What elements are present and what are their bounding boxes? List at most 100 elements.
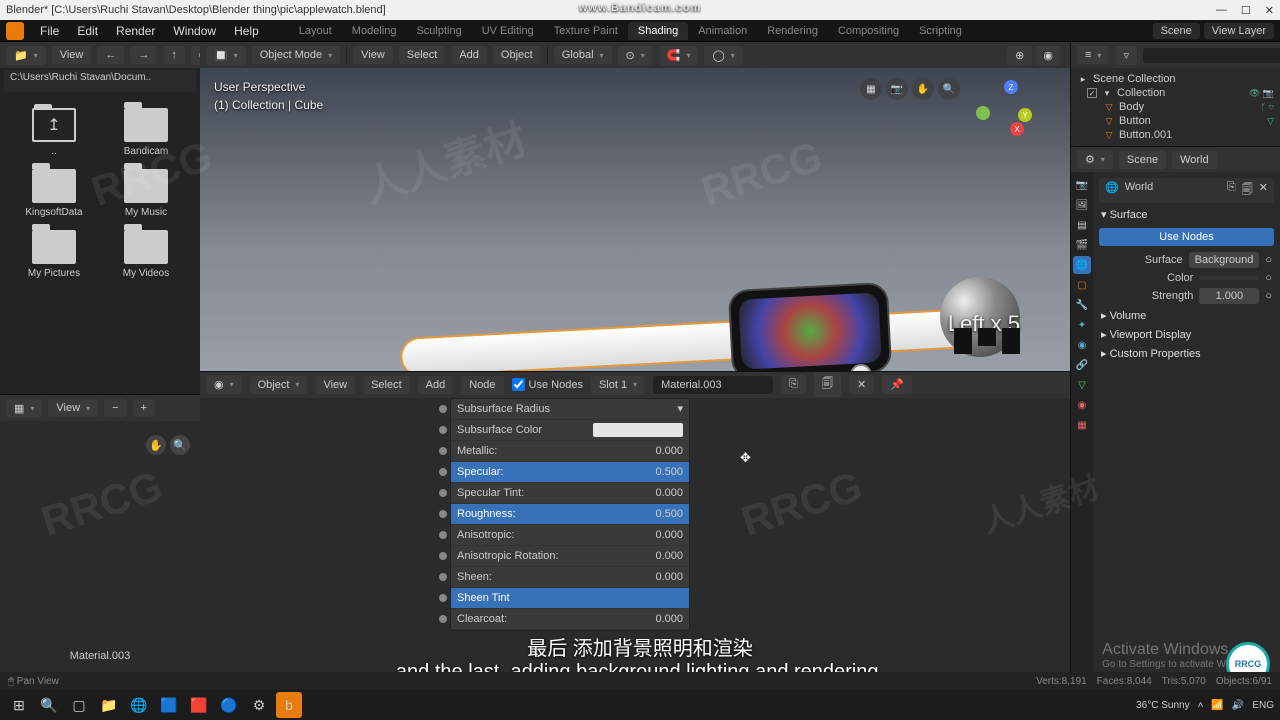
shader-param-row[interactable]: Sheen Tint bbox=[451, 588, 689, 609]
principled-bsdf-node[interactable]: Subsurface Radius▾Subsurface ColorMetall… bbox=[450, 398, 690, 631]
mode-selector[interactable]: Object Mode bbox=[252, 46, 340, 64]
world-copy-icon[interactable]: 🗐 bbox=[1242, 181, 1253, 200]
tab-shading[interactable]: Shading bbox=[628, 22, 688, 40]
maximize-button[interactable]: ☐ bbox=[1241, 4, 1251, 17]
menu-file[interactable]: File bbox=[32, 22, 67, 40]
shader-param-row[interactable]: Specular Tint:0.000 bbox=[451, 483, 689, 504]
tray-volume-icon[interactable]: 🔊 bbox=[1232, 700, 1244, 711]
use-nodes-check[interactable] bbox=[512, 378, 525, 391]
tab-world-icon[interactable]: 🌐 bbox=[1073, 256, 1091, 274]
strength-field[interactable]: 1.000 bbox=[1199, 288, 1259, 304]
fb-item-mymusic[interactable]: My Music bbox=[106, 169, 186, 218]
vh-view[interactable]: View bbox=[353, 46, 393, 64]
tray-lang-icon[interactable]: ENG bbox=[1252, 700, 1274, 711]
tray-chevron-icon[interactable]: ˄ bbox=[1198, 700, 1204, 711]
tab-sculpting[interactable]: Sculpting bbox=[406, 22, 471, 40]
fb-item-myvideos[interactable]: My Videos bbox=[106, 230, 186, 279]
taskview-icon[interactable]: ▢ bbox=[66, 692, 92, 718]
surface-type-field[interactable]: Background bbox=[1189, 252, 1260, 268]
nav-hand-icon[interactable]: ✋ bbox=[912, 78, 934, 100]
use-nodes-checkbox[interactable]: Use Nodes bbox=[512, 378, 583, 391]
zoom-icon[interactable]: 🔍 bbox=[170, 435, 190, 455]
snap-selector[interactable]: 🧲 bbox=[659, 46, 699, 65]
nav-zoom-icon[interactable]: 🔍 bbox=[938, 78, 960, 100]
outliner-item-button[interactable]: ▽ Button ▽ bbox=[1075, 114, 1276, 128]
tab-modeling[interactable]: Modeling bbox=[342, 22, 407, 40]
axis-gizmo[interactable]: Z Y X bbox=[970, 78, 1030, 138]
color-swatch[interactable] bbox=[1199, 276, 1259, 280]
node-shading-type[interactable]: Object bbox=[250, 376, 308, 394]
vh-select[interactable]: Select bbox=[399, 46, 446, 64]
world-datablock-selector[interactable]: 🌐 World ⎘ 🗐 ✕ bbox=[1099, 178, 1274, 203]
shader-param-row[interactable]: Anisotropic:0.000 bbox=[451, 525, 689, 546]
tab-object-icon[interactable]: ▢ bbox=[1073, 276, 1091, 294]
ne-add[interactable]: Add bbox=[418, 376, 454, 394]
outliner-item-button001[interactable]: ▽ Button.001 bbox=[1075, 128, 1276, 142]
props-scene[interactable]: Scene bbox=[1119, 151, 1166, 169]
editor-type-icon[interactable]: ▦ bbox=[6, 399, 42, 418]
chrome-icon[interactable]: 🔵 bbox=[216, 692, 242, 718]
outliner-type-icon[interactable]: ≡ bbox=[1077, 46, 1109, 64]
system-tray[interactable]: 36°C Sunny ˄ 📶 🔊 ENG bbox=[1136, 700, 1274, 711]
menu-window[interactable]: Window bbox=[165, 22, 224, 40]
tab-material-icon[interactable]: ◉ bbox=[1073, 396, 1091, 414]
fb-editor-type[interactable]: 📁 bbox=[6, 46, 46, 65]
use-nodes-button[interactable]: Use Nodes bbox=[1099, 228, 1274, 246]
item-tools[interactable]: ᚶ ▽ bbox=[1261, 102, 1274, 112]
material-new-icon[interactable]: ⎘ bbox=[781, 375, 806, 394]
tab-physics-icon[interactable]: ◉ bbox=[1073, 336, 1091, 354]
orientation-selector[interactable]: Global bbox=[554, 46, 612, 64]
world-new-icon[interactable]: ⎘ bbox=[1227, 181, 1236, 200]
proportional-selector[interactable]: ◯ bbox=[704, 46, 742, 65]
param-value[interactable]: 0.000 bbox=[655, 571, 683, 583]
tray-wifi-icon[interactable]: 📶 bbox=[1211, 700, 1223, 711]
fb-item-mypictures[interactable]: My Pictures bbox=[14, 230, 94, 279]
shader-param-row[interactable]: Subsurface Radius▾ bbox=[451, 399, 689, 420]
menu-help[interactable]: Help bbox=[226, 22, 267, 40]
ne-select[interactable]: Select bbox=[363, 376, 410, 394]
start-button[interactable]: ⊞ bbox=[6, 692, 32, 718]
fb-item-kingsoft[interactable]: KingsoftData bbox=[14, 169, 94, 218]
param-value[interactable]: 0.500 bbox=[655, 466, 683, 478]
outliner-scene-collection[interactable]: ▸ Scene Collection bbox=[1075, 72, 1276, 86]
material-unlink-icon[interactable]: ✕ bbox=[849, 375, 874, 394]
props-editor-icon[interactable]: ⚙ bbox=[1077, 150, 1113, 169]
edge-icon[interactable]: 🌐 bbox=[126, 692, 152, 718]
shader-param-row[interactable]: Sheen:0.000 bbox=[451, 567, 689, 588]
tab-scene-icon[interactable]: 🎬 bbox=[1073, 236, 1091, 254]
viewlayer-selector[interactable]: View Layer bbox=[1204, 23, 1274, 39]
nav-camera-icon[interactable]: 📷 bbox=[886, 78, 908, 100]
tab-render-icon[interactable]: 📷 bbox=[1073, 176, 1091, 194]
close-button[interactable]: ✕ bbox=[1265, 4, 1274, 17]
tab-compositing[interactable]: Compositing bbox=[828, 22, 909, 40]
item-tools[interactable]: ▽ bbox=[1267, 116, 1274, 127]
tab-texture-icon[interactable]: ▦ bbox=[1073, 416, 1091, 434]
collection-checkbox[interactable]: ✓ bbox=[1087, 88, 1097, 98]
param-value[interactable]: 0.000 bbox=[655, 613, 683, 625]
app-icon[interactable]: 🟦 bbox=[156, 692, 182, 718]
overlay-toggle[interactable]: ◉ bbox=[1035, 46, 1061, 65]
viewport-display-section-header[interactable]: ▸ Viewport Display bbox=[1097, 325, 1276, 344]
scene-selector[interactable]: Scene bbox=[1153, 23, 1200, 39]
outliner-filter-icon[interactable]: ▿ bbox=[1115, 46, 1137, 65]
node-editor-type-icon[interactable]: ◉ bbox=[206, 375, 242, 394]
search-icon[interactable]: 🔍 bbox=[36, 692, 62, 718]
outliner-search-input[interactable] bbox=[1143, 48, 1280, 63]
shader-param-row[interactable]: Anisotropic Rotation:0.000 bbox=[451, 546, 689, 567]
left-node-minus[interactable]: − bbox=[104, 399, 126, 417]
tab-output-icon[interactable]: 🖼 bbox=[1073, 196, 1091, 214]
fb-item-up[interactable]: ↥ .. bbox=[14, 108, 94, 157]
fb-path-field[interactable]: C:\Users\Ruchi Stavan\Docum.. bbox=[4, 70, 196, 92]
volume-section-header[interactable]: ▸ Volume bbox=[1097, 306, 1276, 325]
material-pin-icon[interactable]: 📌 bbox=[882, 375, 912, 394]
tab-layout[interactable]: Layout bbox=[289, 22, 342, 40]
minimize-button[interactable]: — bbox=[1216, 4, 1227, 17]
shader-param-row[interactable]: Clearcoat:0.000 bbox=[451, 609, 689, 630]
fb-view-menu[interactable]: View bbox=[52, 46, 92, 64]
tab-scripting[interactable]: Scripting bbox=[909, 22, 972, 40]
settings-icon[interactable]: ⚙ bbox=[246, 692, 272, 718]
blender-logo-icon[interactable] bbox=[6, 22, 24, 40]
vh-add[interactable]: Add bbox=[451, 46, 487, 64]
custom-props-section-header[interactable]: ▸ Custom Properties bbox=[1097, 344, 1276, 363]
chevron-down-icon[interactable]: ▾ bbox=[677, 402, 683, 415]
